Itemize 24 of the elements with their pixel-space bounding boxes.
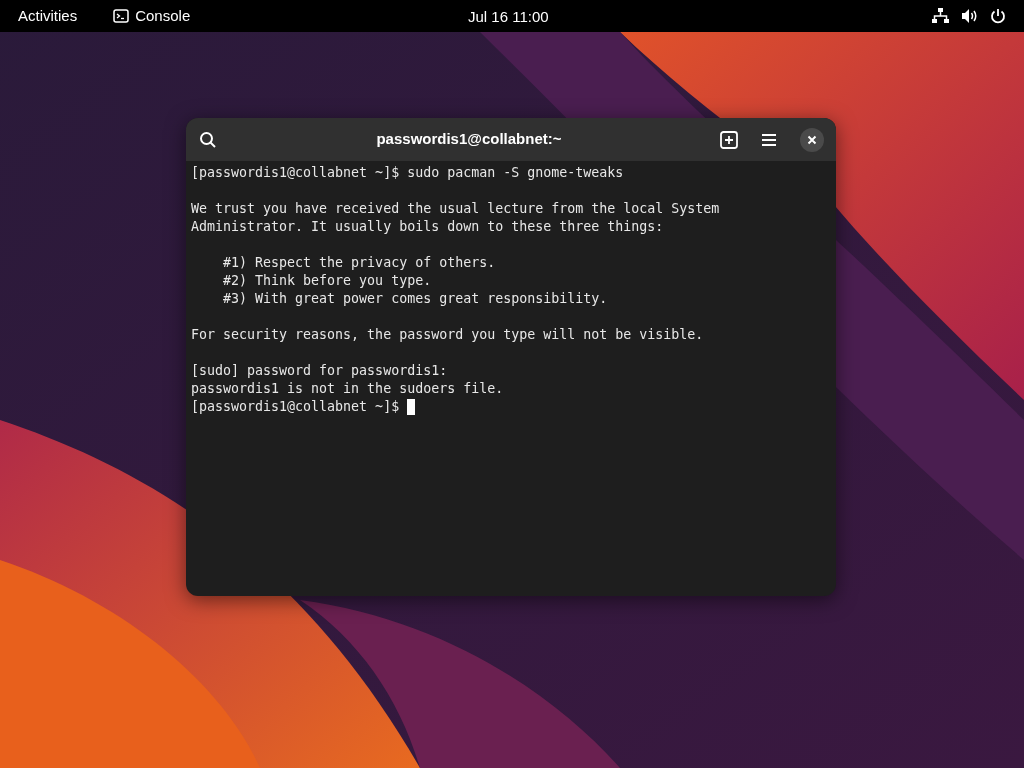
plus-square-icon [720,130,738,149]
terminal-line: We trust you have received the usual lecture from the local System [191,200,720,218]
app-menu-button[interactable]: Console [135,4,191,28]
network-icon[interactable] [932,8,949,24]
terminal-line: [sudo] password for passwordis1: [191,362,448,380]
search-button[interactable] [198,129,218,150]
terminal-line: Administrator. It usually boils down to these three things: [191,218,664,236]
close-icon [807,134,817,145]
power-icon[interactable] [990,8,1006,24]
terminal-line: [passwordis1@collabnet ~]$ [191,398,401,416]
search-icon [199,130,217,149]
window-title: passwordis1@collabnet:~ [375,129,563,150]
close-button[interactable] [800,127,824,152]
terminal-icon [113,9,130,23]
terminal-line: passwordis1 is not in the sudoers file. [191,380,504,398]
terminal-line: #3) With great power comes great responsibility. [222,290,608,308]
clock[interactable]: Jul 16 11:00 [468,6,549,29]
volume-icon[interactable] [961,8,978,24]
terminal-line: #1) Respect the privacy of others. [222,254,496,272]
terminal-line: [passwordis1@collabnet ~]$ sudo pacman -S gnome-tweaks [191,164,624,182]
activities-button[interactable]: Activities [18,4,78,28]
terminal-line: For security reasons, the password you type will not be visible. [191,326,704,344]
new-tab-button[interactable] [720,130,738,149]
terminal-line: #2) Think before you type. [222,272,432,290]
